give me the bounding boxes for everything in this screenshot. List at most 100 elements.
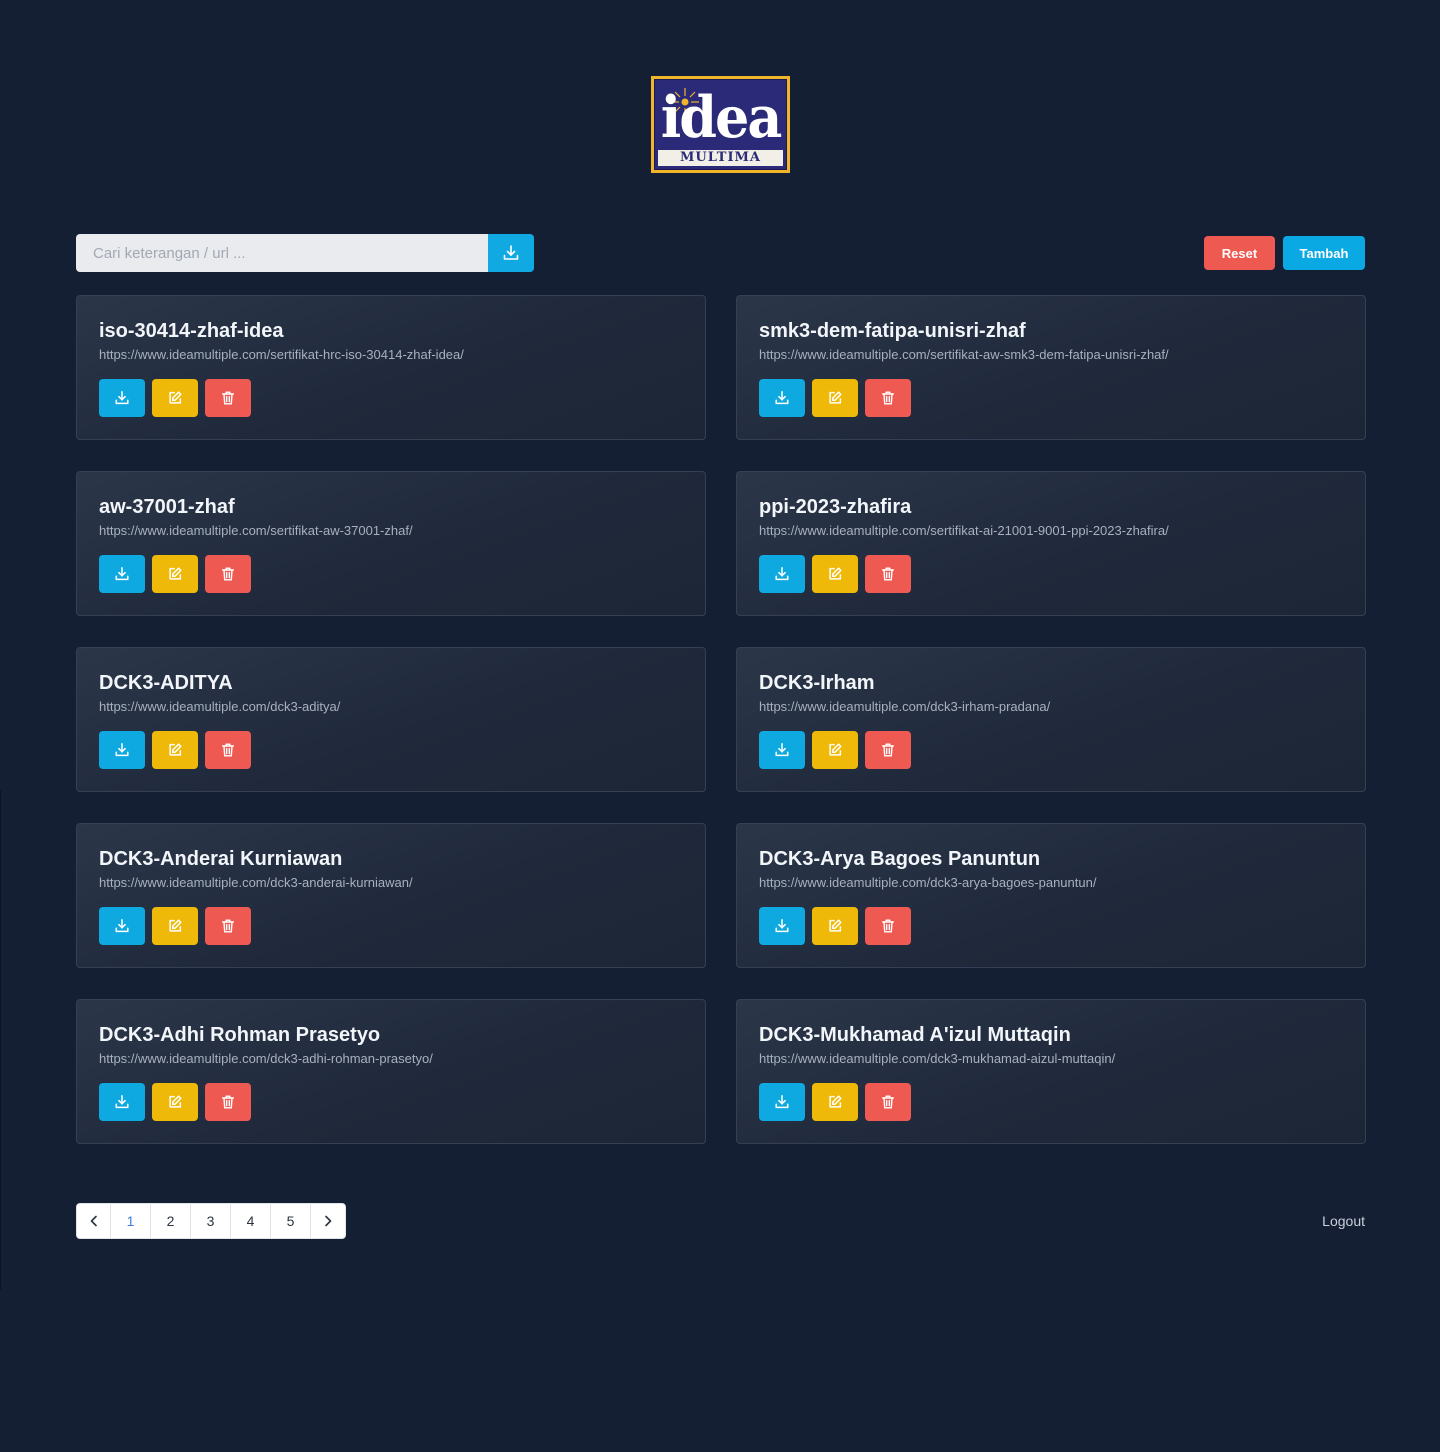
download-icon <box>115 743 129 757</box>
pagination-page-2[interactable]: 2 <box>151 1204 191 1238</box>
card-actions <box>99 379 683 417</box>
pagination: 1 2 3 4 5 <box>76 1203 346 1239</box>
pagination-page-1[interactable]: 1 <box>111 1204 151 1238</box>
download-icon <box>775 567 789 581</box>
certificate-card: DCK3-Mukhamad A'izul Muttaqin https://ww… <box>736 999 1366 1144</box>
certificate-card: smk3-dem-fatipa-unisri-zhaf https://www.… <box>736 295 1366 440</box>
card-title: smk3-dem-fatipa-unisri-zhaf <box>759 320 1026 342</box>
certificate-card: DCK3-ADITYA https://www.ideamultiple.com… <box>76 647 706 792</box>
card-title: DCK3-Irham <box>759 672 875 694</box>
delete-button[interactable] <box>205 555 251 593</box>
trash-icon <box>881 1095 895 1109</box>
edit-button[interactable] <box>812 731 858 769</box>
download-button[interactable] <box>759 907 805 945</box>
delete-button[interactable] <box>205 379 251 417</box>
delete-button[interactable] <box>205 731 251 769</box>
edit-icon <box>829 919 842 932</box>
edit-icon <box>829 391 842 404</box>
edit-icon <box>829 567 842 580</box>
download-button[interactable] <box>759 379 805 417</box>
download-icon <box>775 1095 789 1109</box>
card-title: DCK3-Arya Bagoes Panuntun <box>759 848 1041 870</box>
card-title: DCK3-Adhi Rohman Prasetyo <box>99 1024 381 1046</box>
edit-button[interactable] <box>812 379 858 417</box>
search-bar <box>76 234 534 272</box>
card-url: https://www.ideamultiple.com/dck3-arya-b… <box>759 875 1097 890</box>
delete-button[interactable] <box>865 1083 911 1121</box>
reset-button[interactable]: Reset <box>1204 236 1275 270</box>
search-download-button[interactable] <box>488 234 534 272</box>
card-url: https://www.ideamultiple.com/sertifikat-… <box>759 523 1169 538</box>
download-button[interactable] <box>759 1083 805 1121</box>
chevron-left-icon <box>90 1215 97 1227</box>
card-url: https://www.ideamultiple.com/dck3-irham-… <box>759 699 1051 714</box>
download-icon <box>115 567 129 581</box>
certificate-card: aw-37001-zhaf https://www.ideamultiple.c… <box>76 471 706 616</box>
card-actions <box>99 907 683 945</box>
edit-button[interactable] <box>152 379 198 417</box>
download-icon <box>775 743 789 757</box>
delete-button[interactable] <box>205 1083 251 1121</box>
edit-button[interactable] <box>812 555 858 593</box>
edit-icon <box>169 567 182 580</box>
logo-subtitle: MULTIMA <box>658 150 783 166</box>
certificate-card: ppi-2023-zhafira https://www.ideamultipl… <box>736 471 1366 616</box>
delete-button[interactable] <box>865 731 911 769</box>
edit-button[interactable] <box>152 1083 198 1121</box>
download-button[interactable] <box>99 907 145 945</box>
edit-button[interactable] <box>812 907 858 945</box>
search-input[interactable] <box>76 234 488 272</box>
card-url: https://www.ideamultiple.com/sertifikat-… <box>99 347 464 362</box>
download-icon <box>115 919 129 933</box>
card-actions <box>759 1083 1343 1121</box>
edit-icon <box>169 743 182 756</box>
edit-button[interactable] <box>152 731 198 769</box>
download-button[interactable] <box>99 555 145 593</box>
download-button[interactable] <box>759 731 805 769</box>
logout-link[interactable]: Logout <box>1300 1213 1365 1229</box>
page-edge <box>0 790 1 1290</box>
edit-icon <box>829 1095 842 1108</box>
edit-icon <box>169 1095 182 1108</box>
download-icon <box>503 245 519 260</box>
edit-button[interactable] <box>152 555 198 593</box>
trash-icon <box>221 567 235 581</box>
edit-button[interactable] <box>152 907 198 945</box>
pagination-page-5[interactable]: 5 <box>271 1204 311 1238</box>
download-button[interactable] <box>99 731 145 769</box>
certificate-card: DCK3-Arya Bagoes Panuntun https://www.id… <box>736 823 1366 968</box>
pagination-prev-button[interactable] <box>77 1204 111 1238</box>
brand-logo: idea MULTIMA <box>651 76 790 173</box>
card-actions <box>759 731 1343 769</box>
trash-icon <box>881 919 895 933</box>
edit-icon <box>169 391 182 404</box>
edit-icon <box>829 743 842 756</box>
card-actions <box>759 907 1343 945</box>
certificate-grid: iso-30414-zhaf-idea https://www.ideamult… <box>76 295 1366 1144</box>
card-title: ppi-2023-zhafira <box>759 496 912 518</box>
delete-button[interactable] <box>865 379 911 417</box>
edit-button[interactable] <box>812 1083 858 1121</box>
download-icon <box>115 391 129 405</box>
download-button[interactable] <box>99 1083 145 1121</box>
card-title: iso-30414-zhaf-idea <box>99 320 284 342</box>
certificate-card: DCK3-Irham https://www.ideamultiple.com/… <box>736 647 1366 792</box>
download-icon <box>775 919 789 933</box>
card-url: https://www.ideamultiple.com/dck3-mukham… <box>759 1051 1116 1066</box>
delete-button[interactable] <box>865 555 911 593</box>
trash-icon <box>881 391 895 405</box>
download-button[interactable] <box>99 379 145 417</box>
pagination-page-4[interactable]: 4 <box>231 1204 271 1238</box>
download-icon <box>775 391 789 405</box>
card-url: https://www.ideamultiple.com/dck3-adhi-r… <box>99 1051 433 1066</box>
pagination-next-button[interactable] <box>311 1204 345 1238</box>
delete-button[interactable] <box>205 907 251 945</box>
card-title: aw-37001-zhaf <box>99 496 235 518</box>
trash-icon <box>881 567 895 581</box>
certificate-card: iso-30414-zhaf-idea https://www.ideamult… <box>76 295 706 440</box>
pagination-page-3[interactable]: 3 <box>191 1204 231 1238</box>
add-button[interactable]: Tambah <box>1283 236 1365 270</box>
delete-button[interactable] <box>865 907 911 945</box>
card-url: https://www.ideamultiple.com/dck3-andera… <box>99 875 413 890</box>
download-button[interactable] <box>759 555 805 593</box>
